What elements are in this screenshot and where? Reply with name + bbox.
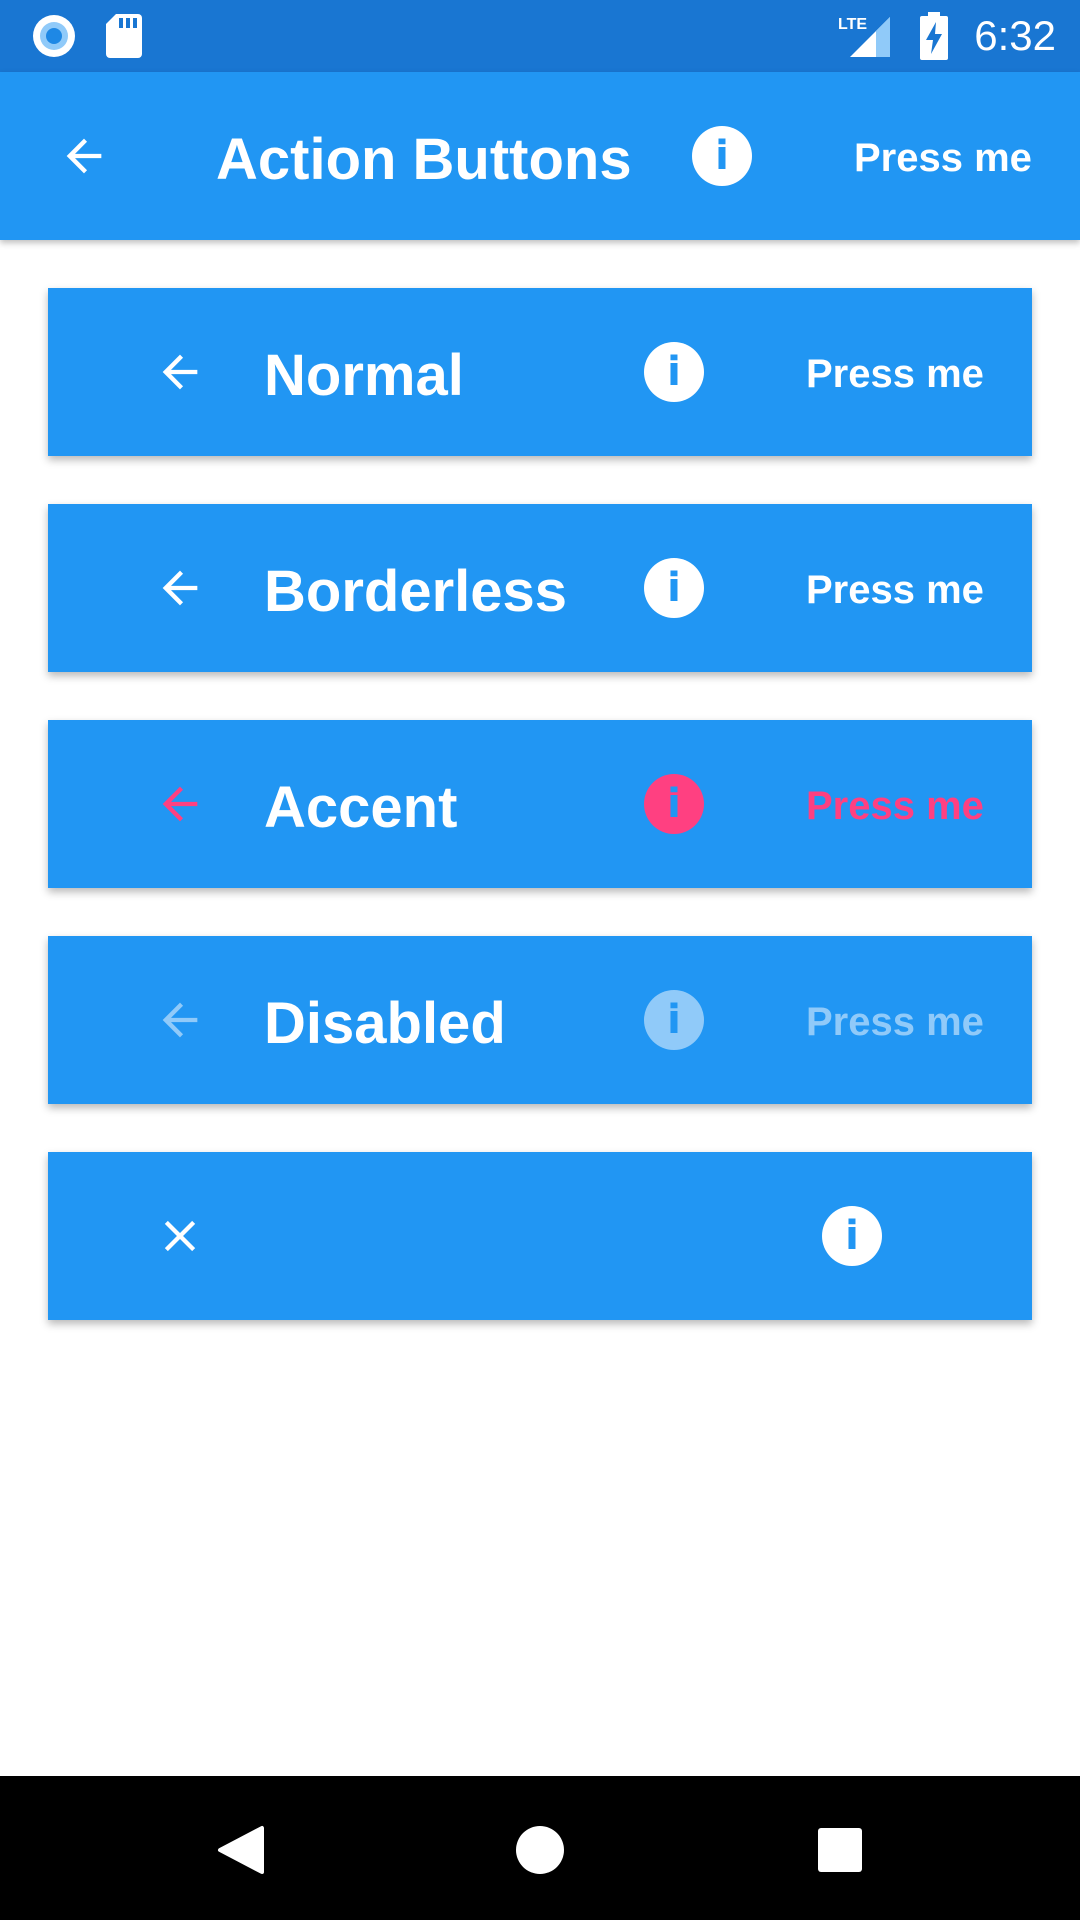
toolbar-card-disabled: Disabled i Press me [48,936,1032,1104]
info-button[interactable]: i [822,1206,882,1266]
press-me-button[interactable]: Press me [806,352,984,397]
back-arrow-icon [162,1002,198,1038]
info-icon: i [667,349,681,395]
back-button [132,972,228,1068]
back-arrow-icon [66,138,102,174]
battery-charging-icon [920,12,949,60]
chrome-circle-icon [33,15,75,57]
press-me-button[interactable]: Press me [806,568,984,613]
close-icon [164,1220,196,1252]
recents-square-icon [818,1828,862,1872]
back-button[interactable] [36,108,132,204]
info-icon: i [667,781,681,827]
info-icon: i [667,565,681,611]
status-bar-right: LTE 6:32 [838,0,1056,72]
network-type-label: LTE [838,16,867,33]
card-title: Disabled [264,991,506,1056]
toolbar-card-normal: Normal i Press me [48,288,1032,456]
back-triangle-icon [218,1826,264,1874]
sd-card-icon [106,14,142,58]
back-button[interactable] [132,540,228,636]
info-button[interactable]: i [644,558,704,618]
back-arrow-icon [162,786,198,822]
back-button[interactable] [132,756,228,852]
card-title: Borderless [264,559,568,624]
info-button: i [644,990,704,1050]
back-button[interactable] [132,324,228,420]
info-button[interactable]: i [644,774,704,834]
home-circle-icon [516,1826,564,1874]
toolbar-card-close: i [48,1152,1032,1320]
info-icon: i [845,1213,859,1259]
card-title: Normal [264,343,464,408]
press-me-button[interactable]: Press me [806,784,984,829]
back-arrow-icon [162,354,198,390]
close-button[interactable] [132,1188,228,1284]
system-nav-bar [0,1776,1080,1920]
info-icon: i [667,997,681,1043]
page-title: Action Buttons [216,127,632,192]
press-me-button[interactable]: Press me [854,136,1032,181]
status-bar: LTE 6:32 [0,0,1080,72]
toolbar-card-accent: Accent i Press me [48,720,1032,888]
back-arrow-icon [162,570,198,606]
signal-icon: LTE [838,16,891,57]
nav-back-button[interactable] [204,1814,276,1886]
status-bar-time: 6:32 [974,12,1056,59]
info-button[interactable]: i [692,126,752,186]
status-bar-left [32,14,142,58]
nav-home-button[interactable] [504,1814,576,1886]
press-me-button: Press me [806,1000,984,1044]
app-bar: Action Buttons i Press me [0,72,1080,240]
info-button[interactable]: i [644,342,704,402]
toolbar-card-borderless: Borderless i Press me [48,504,1032,672]
nav-recents-button[interactable] [804,1814,876,1886]
card-title: Accent [264,775,458,840]
info-icon: i [715,133,729,179]
